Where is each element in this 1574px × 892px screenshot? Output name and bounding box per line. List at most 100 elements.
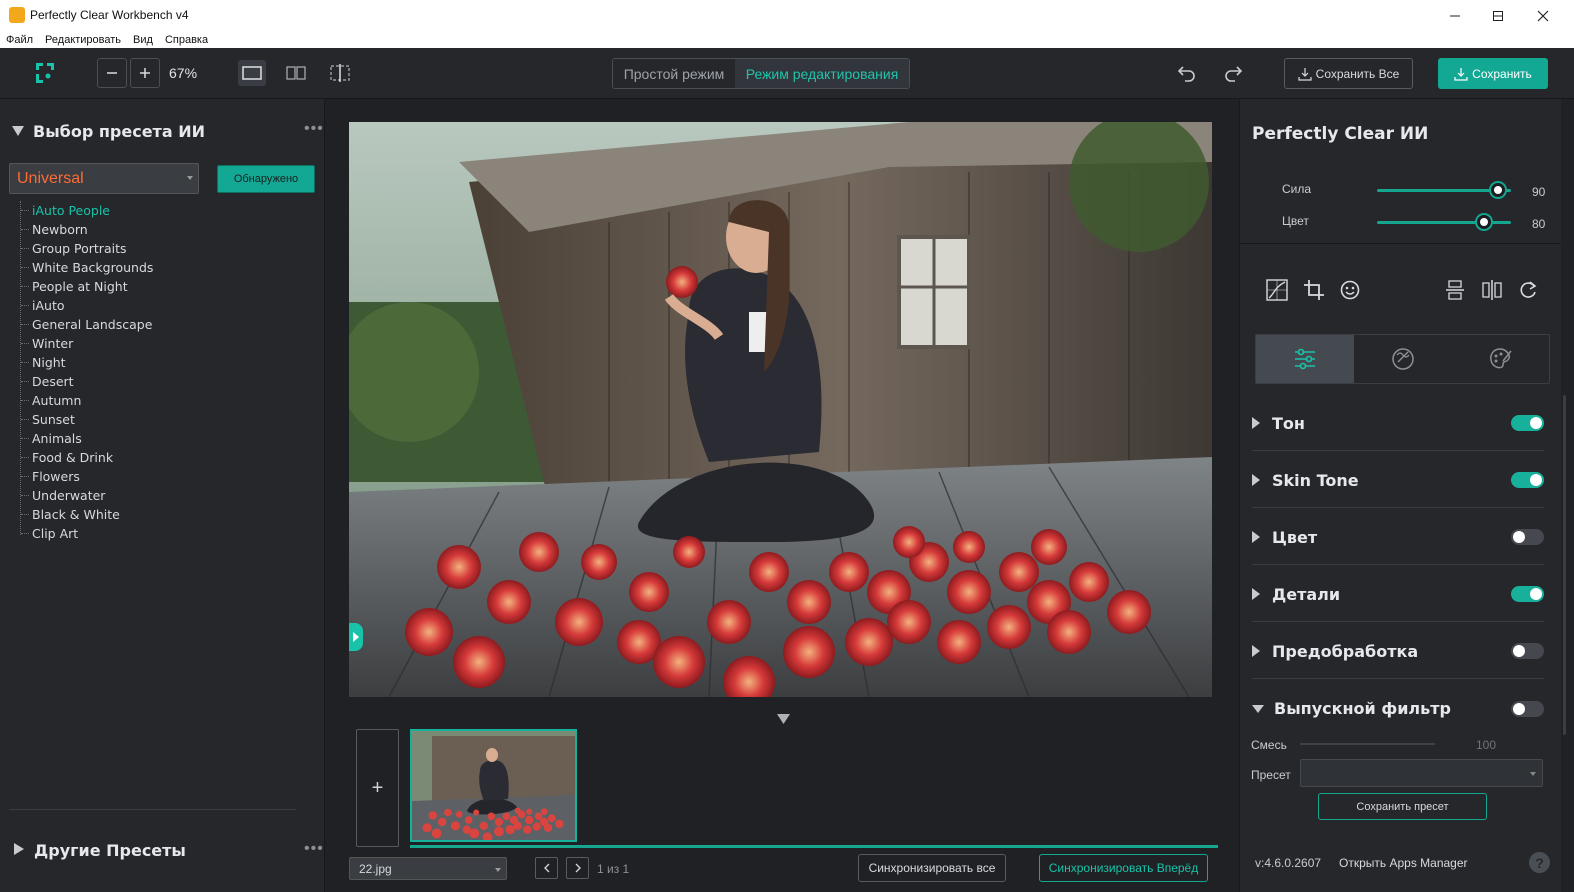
section-toggle[interactable] <box>1511 586 1544 602</box>
expand-icon[interactable] <box>14 843 24 855</box>
preset-item[interactable]: Night <box>17 353 297 372</box>
menu-file[interactable]: Файл <box>6 34 33 46</box>
preset-item[interactable]: General Landscape <box>17 315 297 334</box>
slider-handle[interactable] <box>1490 183 1505 197</box>
app-logo-icon <box>34 61 56 85</box>
preset-item[interactable]: Underwater <box>17 486 297 505</box>
sync-forward-button[interactable]: Синхронизировать Вперёд <box>1039 854 1208 882</box>
section-toggle[interactable] <box>1511 643 1544 659</box>
section-row[interactable]: Детали <box>1252 567 1544 622</box>
section-row[interactable]: Предобработка <box>1252 624 1544 679</box>
preset-item[interactable]: iAuto People <box>17 201 297 220</box>
main-photo[interactable] <box>349 122 1212 697</box>
add-image-button[interactable]: + <box>356 729 399 847</box>
section-label: Предобработка <box>1272 641 1419 661</box>
section-row[interactable]: Skin Tone <box>1252 453 1544 508</box>
flip-vertical-icon[interactable] <box>1445 279 1465 301</box>
chevron-down-icon <box>495 868 501 872</box>
split-view-icon[interactable] <box>283 60 309 86</box>
more-options-icon[interactable]: ••• <box>304 120 324 138</box>
sync-all-button[interactable]: Синхронизировать все <box>858 854 1006 882</box>
menu-view[interactable]: Вид <box>133 34 153 46</box>
menu-help[interactable]: Справка <box>165 34 208 46</box>
chevron-down-icon <box>1530 772 1536 776</box>
preset-item[interactable]: Newborn <box>17 220 297 239</box>
page-info: 1 из 1 <box>597 862 630 876</box>
tab-effects[interactable] <box>1451 335 1549 383</box>
preset-item[interactable]: White Backgrounds <box>17 258 297 277</box>
next-image-button[interactable] <box>566 857 589 879</box>
slider-value: 80 <box>1532 217 1546 231</box>
split-handle-icon[interactable] <box>349 623 365 651</box>
title-bar: Perfectly Clear Workbench v4 <box>0 0 1574 31</box>
tab-adjustments[interactable] <box>1256 335 1354 383</box>
single-view-icon[interactable] <box>238 60 266 86</box>
save-preset-button[interactable]: Сохранить пресет <box>1318 793 1487 820</box>
undo-icon[interactable] <box>1176 62 1198 84</box>
section-row[interactable]: Выпускной фильтр <box>1252 681 1544 736</box>
blend-slider[interactable] <box>1300 743 1435 745</box>
left-panel: Выбор пресета ИИ ••• Universal Обнаружен… <box>0 99 325 892</box>
preset-dropdown[interactable] <box>1300 759 1543 787</box>
divider <box>9 809 296 810</box>
mode-simple-button[interactable]: Простой режим <box>613 59 735 88</box>
section-row[interactable]: Цвет <box>1252 510 1544 565</box>
thumbnail[interactable] <box>410 729 577 842</box>
open-apps-manager-link[interactable]: Открыть Apps Manager <box>1339 856 1468 870</box>
prev-image-button[interactable] <box>535 857 558 879</box>
crop-icon[interactable] <box>1303 279 1325 301</box>
slider-value: 90 <box>1532 185 1546 199</box>
section-toggle[interactable] <box>1511 529 1544 545</box>
preset-category-dropdown[interactable]: Universal <box>9 163 199 194</box>
preset-item[interactable]: Clip Art <box>17 524 297 543</box>
compare-view-icon[interactable] <box>327 60 353 86</box>
chevron-down-icon <box>187 176 193 180</box>
preset-item[interactable]: iAuto <box>17 296 297 315</box>
zoom-out-button[interactable] <box>97 58 127 88</box>
flip-horizontal-icon[interactable] <box>1481 279 1503 301</box>
preset-category-value: Universal <box>17 170 84 187</box>
curves-icon[interactable] <box>1266 279 1288 301</box>
preset-item[interactable]: Sunset <box>17 410 297 429</box>
redo-icon[interactable] <box>1222 62 1244 84</box>
preset-item[interactable]: Black & White <box>17 505 297 524</box>
rotate-icon[interactable] <box>1517 279 1539 301</box>
zoom-in-button[interactable] <box>130 58 160 88</box>
detected-button[interactable]: Обнаружено <box>217 165 315 193</box>
scrollbar-thumb[interactable] <box>1563 395 1566 735</box>
preset-item[interactable]: Flowers <box>17 467 297 486</box>
face-icon[interactable] <box>1339 279 1361 301</box>
collapse-filmstrip-icon[interactable] <box>777 714 790 724</box>
section-label: Цвет <box>1272 527 1318 547</box>
save-button[interactable]: Сохранить <box>1438 58 1548 89</box>
section-toggle[interactable] <box>1511 415 1544 431</box>
menu-bar: Файл Редактировать Вид Справка <box>0 31 1574 48</box>
minimize-button-2[interactable] <box>1432 0 1478 31</box>
toggle-knob <box>1513 702 1525 715</box>
toggle-knob <box>1513 531 1525 543</box>
slider-label: Цвет <box>1282 214 1309 228</box>
preset-item[interactable]: Winter <box>17 334 297 353</box>
more-options-icon[interactable]: ••• <box>304 840 324 858</box>
help-icon[interactable]: ? <box>1529 852 1550 873</box>
file-dropdown[interactable]: 22.jpg <box>349 857 507 880</box>
preset-item[interactable]: People at Night <box>17 277 297 296</box>
preset-item[interactable]: Desert <box>17 372 297 391</box>
mode-edit-button[interactable]: Режим редактирования <box>735 59 909 88</box>
tab-creative[interactable] <box>1354 335 1452 383</box>
collapse-icon[interactable] <box>12 126 24 136</box>
preset-item[interactable]: Group Portraits <box>17 239 297 258</box>
preset-item[interactable]: Autumn <box>17 391 297 410</box>
preset-item[interactable]: Food & Drink <box>17 448 297 467</box>
menu-edit[interactable]: Редактировать <box>45 34 121 46</box>
maximize-button[interactable] <box>1475 0 1521 31</box>
save-all-button[interactable]: Сохранить Все <box>1284 58 1413 89</box>
section-toggle[interactable] <box>1511 700 1544 717</box>
preset-item[interactable]: Animals <box>17 429 297 448</box>
section-toggle[interactable] <box>1511 472 1544 488</box>
close-button[interactable] <box>1520 0 1566 31</box>
mode-switch: Простой режим Режим редактирования <box>612 58 910 89</box>
download-icon <box>1454 67 1468 81</box>
filmstrip-progress <box>410 845 1218 848</box>
section-row[interactable]: Тон <box>1252 396 1544 451</box>
